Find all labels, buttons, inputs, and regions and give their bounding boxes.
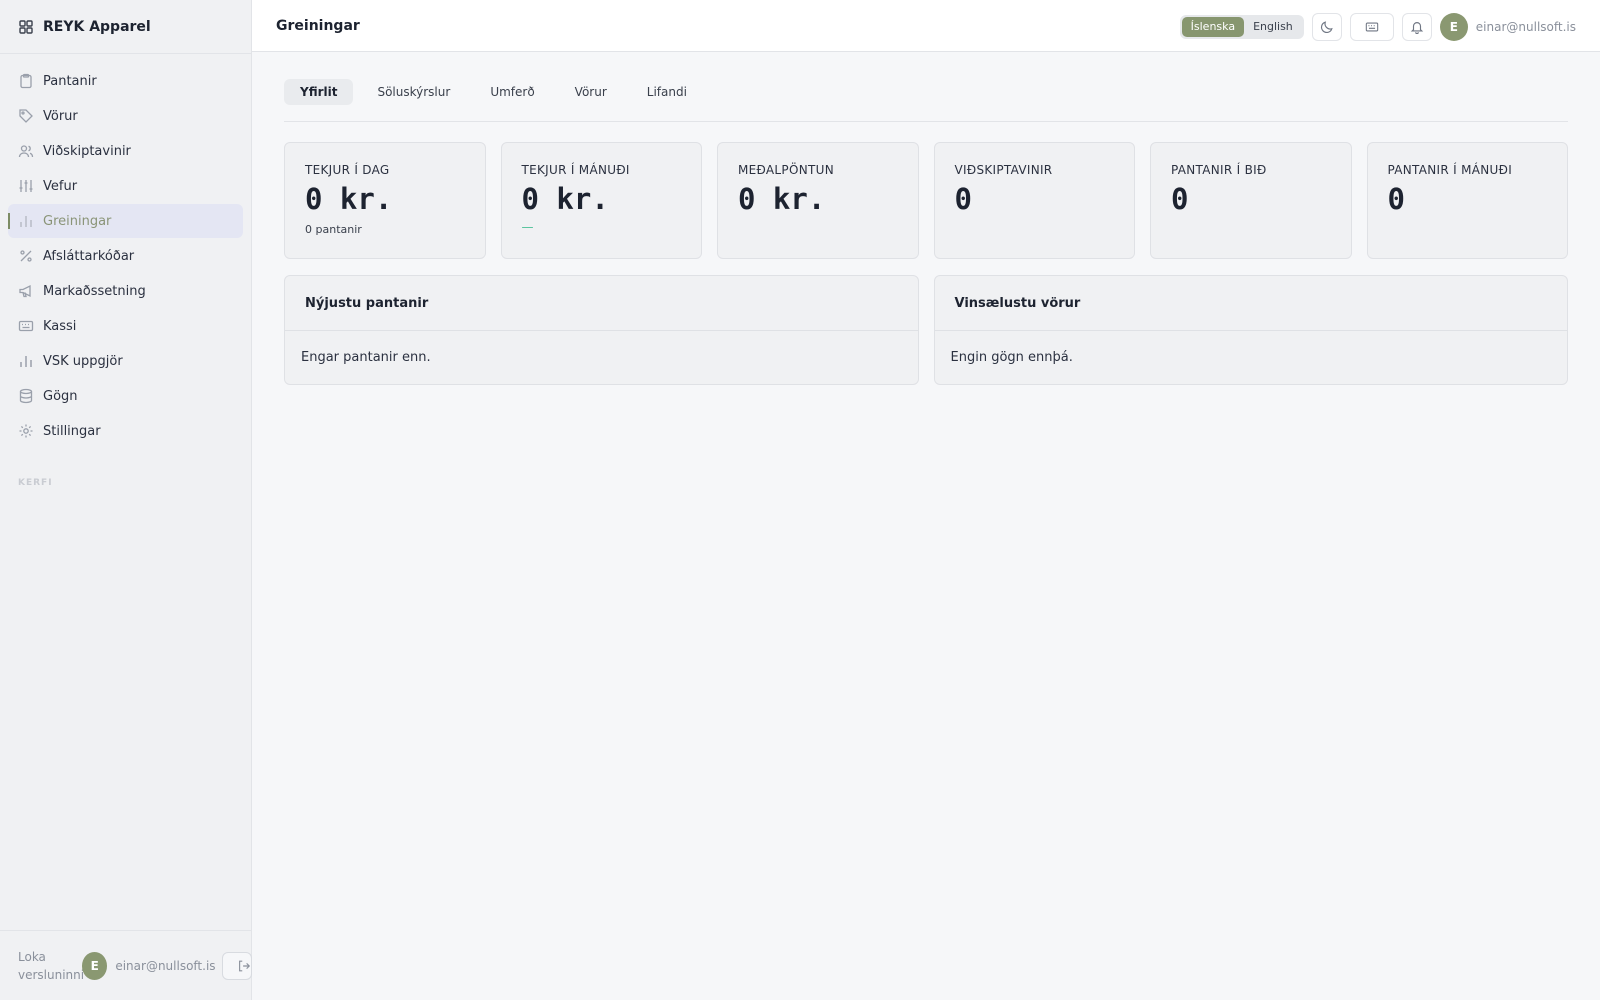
- sidebar-item-label: Vörur: [43, 108, 78, 124]
- tab-umferd[interactable]: Umferð: [474, 79, 550, 105]
- popular-products-panel: Vinsælustu vörur Engin gögn ennþá.: [933, 275, 1568, 385]
- sliders-icon: [18, 178, 34, 194]
- keyboard-icon: [18, 318, 34, 334]
- divider: [284, 121, 1568, 122]
- keyboard-icon: [1364, 20, 1380, 34]
- stat-label: PANTANIR Í BIÐ: [1171, 163, 1267, 177]
- stat-card-revenue-today: TEKJUR Í DAG 0 kr. 0 pantanir: [284, 142, 486, 259]
- sidebar-item-label: Afsláttarkóðar: [43, 248, 135, 264]
- keyboard-shortcuts-button[interactable]: [1349, 13, 1394, 41]
- megaphone-icon: [18, 283, 34, 299]
- stat-label: TEKJUR Í MÁNUÐI: [521, 163, 630, 177]
- recent-orders-panel: Nýjustu pantanir Engar pantanir enn.: [284, 275, 919, 385]
- sidebar-item-vsk-uppgjor[interactable]: VSK uppgjör: [8, 344, 243, 378]
- sidebar-item-label: Viðskiptavinir: [43, 143, 131, 159]
- sidebar-item-kassi[interactable]: Kassi: [8, 309, 243, 343]
- sidebar-item-label: Gögn: [43, 388, 78, 404]
- section-label-kerfi: KERFI: [18, 478, 53, 488]
- sidebar: REYK Apparel Pantanir Vörur Viðskiptavin…: [0, 0, 252, 1000]
- bar-chart-icon: [18, 213, 34, 229]
- tag-icon: [18, 108, 34, 124]
- empty-state: Engar pantanir enn.: [301, 350, 431, 365]
- header-actions: Íslenska English E einar@nullsoft.is: [1179, 13, 1576, 41]
- tab-yfirlit[interactable]: Yfirlit: [284, 79, 354, 105]
- user-email[interactable]: einar@nullsoft.is: [1476, 20, 1576, 34]
- tab-bar: Yfirlit Söluskýrslur Umferð Vörur Lifand…: [284, 79, 1568, 105]
- close-shop-link[interactable]: Loka versluninni: [18, 948, 84, 984]
- stat-label: VIÐSKIPTAVINIR: [954, 163, 1053, 177]
- sidebar-item-label: Markaðssetning: [43, 283, 146, 299]
- sidebar-item-pantanir[interactable]: Pantanir: [8, 64, 243, 98]
- main-content: Yfirlit Söluskýrslur Umferð Vörur Lifand…: [284, 52, 1568, 385]
- stat-label: MEÐALPÖNTUN: [738, 163, 834, 177]
- users-icon: [18, 143, 34, 159]
- sidebar-item-label: Pantanir: [43, 73, 97, 89]
- stat-value: 0: [954, 182, 972, 216]
- sidebar-item-label: Stillingar: [43, 423, 101, 439]
- stat-value: 0 kr.: [305, 182, 393, 216]
- sidebar-item-label: VSK uppgjör: [43, 353, 123, 369]
- stat-subtext: 0 pantanir: [305, 223, 362, 236]
- stat-card-customers: VIÐSKIPTAVINIR 0: [933, 142, 1135, 259]
- top-header: Greiningar Íslenska English E einar@null…: [252, 0, 1600, 52]
- bar-chart-icon: [18, 353, 34, 369]
- sidebar-item-vidskiptavinir[interactable]: Viðskiptavinir: [8, 134, 243, 168]
- clipboard-icon: [18, 73, 34, 89]
- stat-cards: TEKJUR Í DAG 0 kr. 0 pantanir TEKJUR Í M…: [284, 142, 1568, 259]
- sidebar-item-label: Greiningar: [43, 213, 112, 229]
- stat-label: TEKJUR Í DAG: [305, 163, 390, 177]
- sidebar-item-vorur[interactable]: Vörur: [8, 99, 243, 133]
- brand-name: REYK Apparel: [43, 18, 151, 35]
- panel-title: Vinsælustu vörur: [934, 276, 1567, 331]
- page-title: Greiningar: [276, 17, 360, 34]
- percent-icon: [18, 248, 34, 264]
- language-switcher: Íslenska English: [1179, 15, 1304, 39]
- tab-vorur[interactable]: Vörur: [559, 79, 623, 105]
- gear-icon: [18, 423, 34, 439]
- stat-card-pending-orders: PANTANIR Í BIÐ 0: [1150, 142, 1352, 259]
- database-icon: [18, 388, 34, 404]
- sidebar-item-greiningar[interactable]: Greiningar: [8, 204, 243, 238]
- grid-icon: [18, 19, 34, 35]
- avatar[interactable]: E: [1439, 13, 1468, 41]
- tab-lifandi[interactable]: Lifandi: [631, 79, 703, 105]
- brand[interactable]: REYK Apparel: [0, 0, 251, 54]
- stat-card-average-order: MEÐALPÖNTUN 0 kr.: [717, 142, 919, 259]
- moon-icon: [1320, 20, 1334, 34]
- user-email: einar@nullsoft.is: [115, 958, 216, 973]
- stat-value: 0: [1171, 182, 1189, 216]
- sidebar-item-afslattarkodar[interactable]: Afsláttarkóðar: [8, 239, 243, 273]
- stat-value: 0: [1387, 182, 1405, 216]
- stat-card-revenue-month: TEKJUR Í MÁNUÐI 0 kr. —: [500, 142, 702, 259]
- sidebar-nav: Pantanir Vörur Viðskiptavinir Vefur Grei…: [0, 54, 251, 448]
- logout-button[interactable]: [221, 951, 252, 980]
- bell-icon: [1410, 20, 1424, 34]
- stat-label: PANTANIR Í MÁNUÐI: [1387, 163, 1513, 177]
- sidebar-item-gogn[interactable]: Gögn: [8, 379, 243, 413]
- notifications-button[interactable]: [1401, 13, 1432, 41]
- language-option-is[interactable]: Íslenska: [1181, 17, 1245, 37]
- stat-value: 0 kr.: [738, 182, 826, 216]
- stat-trend: —: [521, 220, 534, 234]
- avatar[interactable]: E: [82, 951, 108, 980]
- stat-value: 0 kr.: [521, 182, 609, 216]
- language-option-en[interactable]: English: [1244, 17, 1302, 37]
- sidebar-item-label: Kassi: [43, 318, 77, 334]
- theme-toggle-button[interactable]: [1311, 13, 1342, 41]
- stat-card-orders-month: PANTANIR Í MÁNUÐI 0: [1366, 142, 1568, 259]
- sidebar-item-stillingar[interactable]: Stillingar: [8, 414, 243, 448]
- sidebar-item-label: Vefur: [43, 178, 78, 194]
- sidebar-item-markadssetning[interactable]: Markaðssetning: [8, 274, 243, 308]
- sidebar-footer: Loka versluninni E einar@nullsoft.is: [0, 930, 252, 1000]
- empty-state: Engin gögn ennþá.: [950, 350, 1073, 365]
- logout-icon: [237, 959, 251, 973]
- panels: Nýjustu pantanir Engar pantanir enn. Vin…: [284, 275, 1568, 385]
- panel-title: Nýjustu pantanir: [285, 276, 918, 331]
- sidebar-item-vefur[interactable]: Vefur: [8, 169, 243, 203]
- tab-soluskyrslur[interactable]: Söluskýrslur: [361, 79, 466, 105]
